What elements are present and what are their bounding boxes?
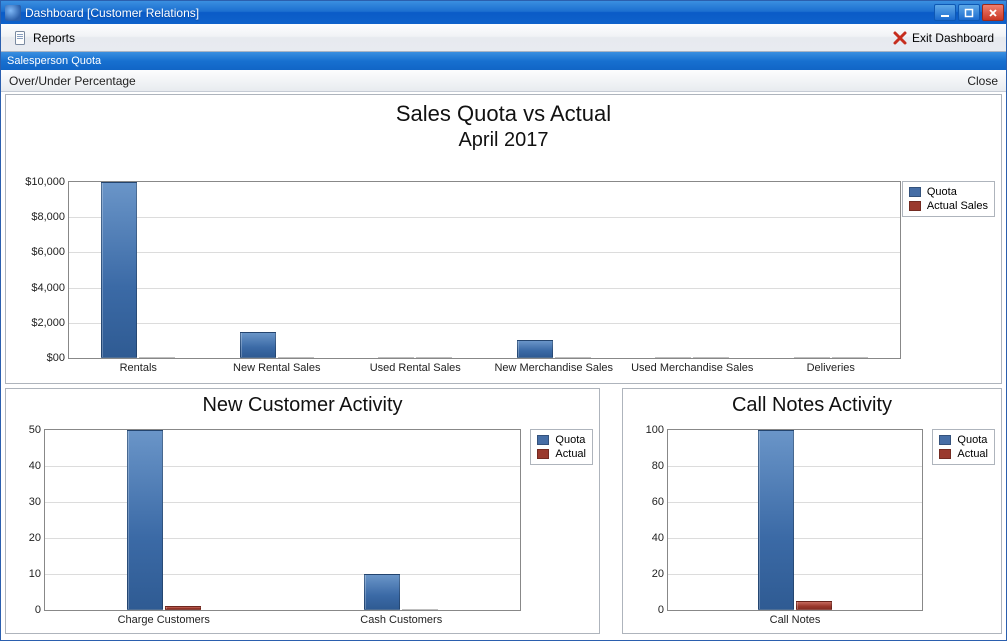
legend-label-quota: Quota [555, 434, 585, 446]
bar-actual [278, 357, 314, 358]
y-tick: $2,000 [31, 317, 65, 329]
y-tick: 80 [652, 460, 664, 472]
exit-dashboard-label: Exit Dashboard [912, 31, 994, 45]
over-under-label: Over/Under Percentage [9, 74, 136, 88]
chart-subtitle: April 2017 [6, 129, 1001, 152]
legend-swatch-quota [909, 187, 921, 197]
y-tick: 10 [29, 568, 41, 580]
x-tick: Used Rental Sales [370, 362, 461, 374]
maximize-button[interactable] [958, 4, 980, 21]
x-tick: Deliveries [807, 362, 855, 374]
minimize-icon [940, 8, 950, 18]
bar-quota [240, 332, 276, 358]
chart-title: New Customer Activity [6, 393, 599, 417]
bar-quota [378, 357, 414, 358]
y-tick: 0 [35, 604, 41, 616]
bar-quota [758, 430, 794, 610]
x-tick: Call Notes [770, 614, 821, 626]
bar-actual [402, 609, 438, 610]
bar-actual [555, 357, 591, 358]
x-tick: New Merchandise Sales [494, 362, 613, 374]
report-icon [13, 30, 29, 46]
bar-actual [832, 357, 868, 358]
over-under-button[interactable]: Over/Under Percentage [9, 74, 136, 88]
y-tick: 100 [646, 424, 664, 436]
chart-new-customer: New Customer Activity 01020304050Charge … [5, 388, 600, 634]
section-header: Salesperson Quota [1, 52, 1006, 70]
bar-quota [655, 357, 691, 358]
window-title: Dashboard [Customer Relations] [25, 6, 934, 20]
y-tick: $10,000 [25, 176, 65, 188]
close-icon [988, 8, 998, 18]
bar-actual [139, 357, 175, 358]
reports-label: Reports [33, 31, 75, 45]
legend-label-quota: Quota [957, 434, 987, 446]
legend-label-actual: Actual [957, 448, 988, 460]
plot-area: 020406080100Call Notes [667, 429, 923, 611]
x-tick: Cash Customers [360, 614, 442, 626]
x-tick: Used Merchandise Sales [631, 362, 753, 374]
x-tick: Charge Customers [118, 614, 210, 626]
y-tick: $00 [47, 352, 65, 364]
chart-title: Call Notes Activity [623, 393, 1001, 417]
bar-actual [796, 601, 832, 610]
y-tick: $8,000 [31, 211, 65, 223]
bar-actual [165, 606, 201, 610]
exit-icon [892, 30, 908, 46]
y-tick: 0 [658, 604, 664, 616]
x-tick: Rentals [120, 362, 157, 374]
maximize-icon [964, 8, 974, 18]
exit-dashboard-button[interactable]: Exit Dashboard [886, 28, 1000, 48]
sub-header: Over/Under Percentage Close [1, 70, 1006, 92]
y-tick: 20 [29, 532, 41, 544]
y-tick: 20 [652, 568, 664, 580]
close-panel-label: Close [967, 74, 998, 88]
bar-actual [416, 357, 452, 358]
app-toolbar: Reports Exit Dashboard [1, 24, 1006, 52]
legend-swatch-actual [909, 201, 921, 211]
chart-legend: Quota Actual Sales [902, 181, 995, 217]
legend-label-quota: Quota [927, 186, 957, 198]
section-title: Salesperson Quota [7, 55, 101, 67]
plot-area: $00$2,000$4,000$6,000$8,000$10,000Rental… [68, 181, 901, 359]
reports-button[interactable]: Reports [7, 28, 81, 48]
bar-quota [101, 182, 137, 358]
legend-swatch-actual [939, 449, 951, 459]
y-tick: $6,000 [31, 246, 65, 258]
bar-quota [127, 430, 163, 610]
legend-swatch-quota [537, 435, 549, 445]
legend-label-actual: Actual Sales [927, 200, 988, 212]
minimize-button[interactable] [934, 4, 956, 21]
chart-call-notes: Call Notes Activity 020406080100Call Not… [622, 388, 1002, 634]
y-tick: 60 [652, 496, 664, 508]
chart-title: Sales Quota vs Actual [6, 101, 1001, 127]
plot-area: 01020304050Charge CustomersCash Customer… [44, 429, 521, 611]
window-titlebar: Dashboard [Customer Relations] [1, 1, 1006, 24]
close-panel-button[interactable]: Close [967, 74, 998, 88]
legend-swatch-actual [537, 449, 549, 459]
legend-swatch-quota [939, 435, 951, 445]
app-icon [5, 5, 21, 21]
legend-label-actual: Actual [555, 448, 586, 460]
y-tick: 50 [29, 424, 41, 436]
chart-legend: Quota Actual [932, 429, 995, 465]
bar-quota [517, 340, 553, 358]
close-window-button[interactable] [982, 4, 1004, 21]
y-tick: $4,000 [31, 282, 65, 294]
bar-quota [794, 357, 830, 358]
y-tick: 30 [29, 496, 41, 508]
y-tick: 40 [652, 532, 664, 544]
chart-sales-quota: Sales Quota vs Actual April 2017 $00$2,0… [5, 94, 1002, 384]
x-tick: New Rental Sales [233, 362, 320, 374]
y-tick: 40 [29, 460, 41, 472]
chart-legend: Quota Actual [530, 429, 593, 465]
bar-actual [693, 357, 729, 358]
bar-quota [364, 574, 400, 610]
